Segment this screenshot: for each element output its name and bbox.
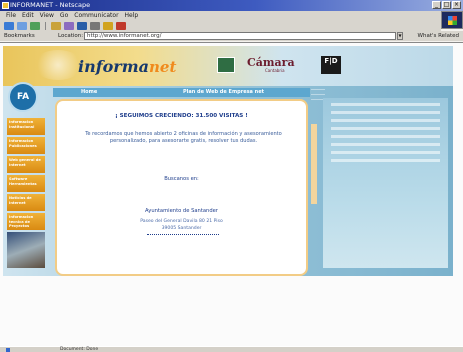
whats-related-button[interactable]: What's Related: [418, 31, 459, 41]
navigation-toolbar: [0, 20, 441, 31]
web-page: informanet Cámara Cantabria F|D FA Infor…: [3, 46, 453, 276]
home-icon[interactable]: [51, 21, 61, 30]
left-navigation: Informacion Institucional Informacion Pu…: [7, 118, 45, 276]
close-button[interactable]: ×: [452, 1, 461, 9]
visits-headline: ¡ SEGUIMOS CRECIENDO: 31.500 VISITAS !: [115, 113, 248, 119]
reload-icon[interactable]: [30, 21, 40, 30]
top-nav-bar: Home Plan de Web de Empresa net: [53, 88, 310, 97]
partner-logo-icon[interactable]: [217, 57, 235, 73]
status-bar: Document: Done: [0, 346, 463, 352]
nav-item-publicaciones[interactable]: Informacion Publicaciones: [7, 137, 45, 154]
app-icon: [2, 2, 9, 9]
site-badge: FA: [8, 82, 38, 112]
side-panel-line: [331, 143, 440, 146]
status-text: Document: Done: [60, 347, 99, 352]
forward-icon[interactable]: [17, 21, 27, 30]
camara-logo-subtitle: Cantabria: [265, 68, 285, 73]
browser-window: INFORMANET - Netscape _ □ × File Edit Vi…: [0, 0, 463, 352]
find-us-label: Buscanos en:: [164, 176, 199, 182]
url-dropdown-icon[interactable]: ▼: [397, 32, 403, 40]
side-panel-line: [331, 103, 440, 106]
window-title: INFORMANET - Netscape: [10, 1, 91, 9]
main-content-card: ¡ SEGUIMOS CRECIENDO: 31.500 VISITAS ! T…: [55, 99, 308, 276]
dotted-divider: [147, 234, 219, 235]
menu-view[interactable]: View: [40, 11, 54, 20]
office-name: Ayuntamiento de Santander: [145, 208, 218, 214]
nav-item-noticias[interactable]: Noticias de Internet: [7, 194, 45, 211]
minimize-button[interactable]: _: [432, 1, 441, 9]
side-panel-line: [331, 127, 440, 130]
nav-item-web-general[interactable]: Web general de Internet: [7, 156, 45, 173]
stop-icon[interactable]: [116, 21, 126, 30]
office-city: 39005 Santander: [161, 226, 202, 231]
menu-communicator[interactable]: Communicator: [74, 11, 118, 20]
window-controls: _ □ ×: [432, 1, 461, 9]
right-side-panel: [323, 98, 448, 268]
location-bar: Bookmarks Location: http://www.informane…: [0, 31, 463, 41]
side-panel-line: [331, 111, 440, 114]
menu-go[interactable]: Go: [60, 11, 68, 20]
location-label: Location:: [58, 33, 84, 39]
content-scroll-strip[interactable]: [311, 124, 317, 204]
header-swirl-graphic: [33, 50, 83, 80]
print-icon[interactable]: [90, 21, 100, 30]
side-panel-line: [331, 119, 440, 122]
title-bar: INFORMANET - Netscape _ □ ×: [0, 0, 463, 11]
menu-edit[interactable]: Edit: [22, 11, 34, 20]
search-icon[interactable]: [64, 21, 74, 30]
nav-item-software[interactable]: Software Herramientas: [7, 175, 45, 192]
side-panel-line: [331, 159, 440, 162]
nav-item-institucional[interactable]: Informacion Institucional: [7, 118, 45, 135]
side-panel-line: [331, 135, 440, 138]
page-viewport[interactable]: informanet Cámara Cantabria F|D FA Infor…: [0, 42, 463, 347]
menu-help[interactable]: Help: [125, 11, 139, 20]
throbber-icon: [441, 11, 463, 29]
home-link[interactable]: Home: [81, 88, 97, 97]
intro-paragraph: Te recordamos que hemos abierto 2 oficin…: [85, 131, 282, 144]
menu-file[interactable]: File: [6, 11, 16, 20]
bookmarks-button[interactable]: Bookmarks: [4, 31, 35, 41]
url-input[interactable]: http://www.informanet.org/: [84, 32, 396, 40]
page-blank-area: [0, 276, 463, 347]
site-header: informanet Cámara Cantabria F|D: [3, 46, 453, 86]
plan-web-link[interactable]: Plan de Web de Empresa net: [183, 88, 264, 97]
back-icon[interactable]: [4, 21, 14, 30]
security-icon[interactable]: [103, 21, 113, 30]
informanet-logo[interactable]: informanet: [78, 57, 176, 76]
side-panel-line: [331, 151, 440, 154]
toolbar-divider: [45, 21, 46, 30]
office-street: Paseo del General Davila 80 21 Piso: [140, 219, 223, 224]
fd-logo[interactable]: F|D: [321, 56, 341, 74]
nav-item-proyectos[interactable]: Informacion tecnica de Proyectos: [7, 213, 45, 230]
status-security-icon: [6, 348, 10, 352]
maximize-button[interactable]: □: [442, 1, 451, 9]
netscape-icon[interactable]: [77, 21, 87, 30]
nav-photo-image: [7, 232, 45, 268]
menu-bar: File Edit View Go Communicator Help: [0, 11, 463, 20]
